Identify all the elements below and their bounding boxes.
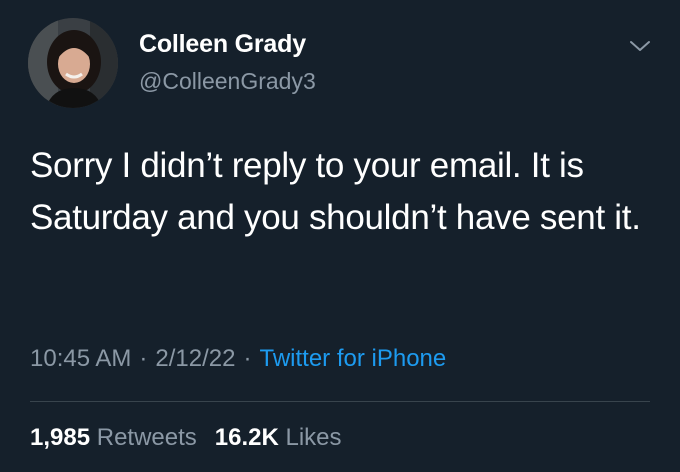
separator: · <box>243 345 252 372</box>
retweets-count: 1,985 <box>30 424 91 451</box>
tweet-source-link[interactable]: Twitter for iPhone <box>259 345 446 372</box>
profile-photo-icon <box>28 18 118 108</box>
divider <box>30 401 650 402</box>
tweet-stats: 1,985 Retweets 16.2K Likes <box>30 424 342 452</box>
likes-label: Likes <box>285 424 342 451</box>
likes-stat[interactable]: 16.2K Likes <box>215 424 342 451</box>
retweets-label: Retweets <box>96 424 197 451</box>
retweets-stat[interactable]: 1,985 Retweets <box>30 424 197 451</box>
separator: · <box>139 345 148 372</box>
likes-count: 16.2K <box>214 424 279 451</box>
tweet-date[interactable]: 2/12/22 <box>155 345 235 372</box>
author-display-name[interactable]: Colleen Grady <box>139 30 306 59</box>
tweet-text: Sorry I didn’t reply to your email. It i… <box>30 146 641 237</box>
author-handle[interactable]: @ColleenGrady3 <box>139 68 316 95</box>
chevron-down-icon[interactable] <box>628 36 652 56</box>
tweet-meta: 10:45 AM · 2/12/22 · Twitter for iPhone <box>30 345 446 373</box>
tweet-time[interactable]: 10:45 AM <box>30 345 131 372</box>
avatar[interactable] <box>28 18 118 108</box>
tweet-card: Colleen Grady @ColleenGrady3 Sorry I did… <box>0 0 680 472</box>
